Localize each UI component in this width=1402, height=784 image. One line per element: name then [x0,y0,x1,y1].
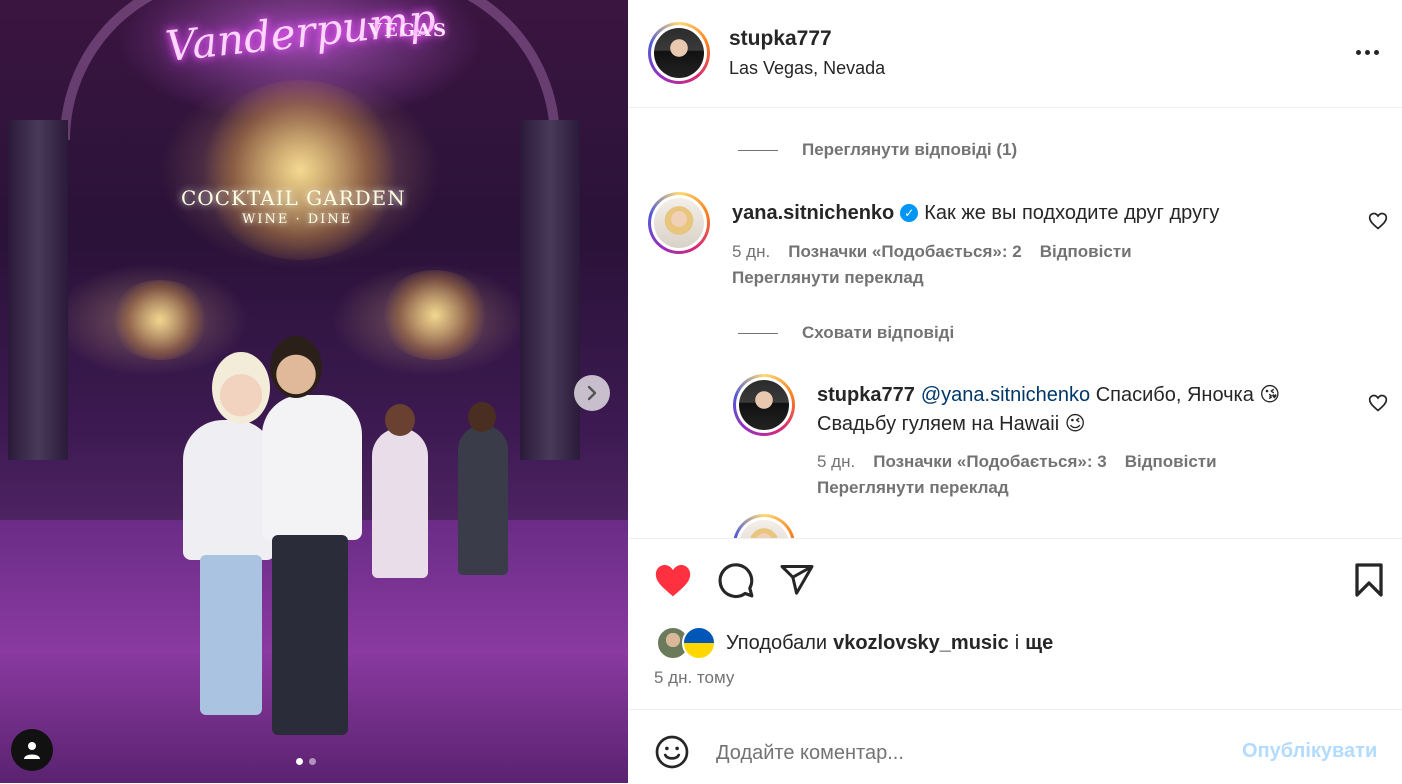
bookmark-icon [1355,563,1383,597]
view-replies-toggle[interactable]: Переглянути відповіді (1) [738,140,1017,160]
save-button[interactable] [1348,559,1390,601]
carousel-next-button[interactable] [574,375,610,411]
reply-meta: 5 дн. Позначки «Подобається»: 3 Відповіс… [817,452,1217,472]
reply-avatar[interactable] [733,374,795,436]
background-person [458,425,508,575]
reply-likes-count[interactable]: Позначки «Подобається»: 3 [873,452,1106,472]
comment-input[interactable] [714,734,1218,772]
chevron-right-icon [587,385,597,401]
comment-bubble-icon [718,563,754,599]
comment-age: 5 дн. [732,242,771,261]
author-username[interactable]: stupka777 [729,27,832,51]
comment-likes-count[interactable]: Позначки «Подобається»: 2 [788,242,1021,262]
reply-text: Спасибо, Яночка 😘 [1095,384,1281,406]
avatar-photo [739,520,789,538]
avatar-photo [739,380,789,430]
hide-replies-toggle[interactable]: Сховати відповіді [738,323,954,343]
neon-sign-sub: VEGAS [368,20,449,41]
post-photo: Vanderpump VEGAS COCKTAIL GARDEN WINE · … [0,0,628,783]
reply-username[interactable]: stupka777 [817,384,915,406]
background-person-head [385,404,415,436]
reply-like-heart-icon[interactable] [1368,393,1388,413]
photo-pillar [520,120,580,460]
heart-filled-icon [655,564,691,597]
more-options-button[interactable] [1352,40,1382,64]
chandelier [110,280,210,360]
reply-mention[interactable]: @yana.sitnichenko [921,384,1090,406]
photo-pillar [8,120,68,460]
comment-like-heart-icon[interactable] [1368,211,1388,231]
author-avatar[interactable] [648,22,710,84]
post-side-panel: stupka777 Las Vegas, Nevada Переглянути … [628,0,1402,783]
smiley-icon[interactable] [654,734,690,770]
user-tag-icon [24,742,40,759]
comment-username[interactable]: yana.sitnichenko [732,202,894,224]
paper-plane-icon [780,565,814,595]
chandelier [380,270,490,360]
man-sweatshirt [262,395,362,540]
likes-more-link[interactable]: ще [1025,632,1053,655]
comment-composer: Опублікувати [628,709,1402,784]
more-horizontal-icon [1355,49,1361,55]
publish-comment-button[interactable]: Опублікувати [1242,740,1377,763]
comments-list[interactable]: Переглянути відповіді (1) yana.sitnichen… [628,108,1402,538]
comment-meta: 5 дн. Позначки «Подобається»: 2 Відповіс… [732,242,1132,262]
reply-text-line2: Свадьбу гуляем на Hawaii 😉 [817,413,1086,435]
venue-sign: COCKTAIL GARDEN [181,186,406,210]
likes-and: і [1014,631,1020,654]
likes-summary: Уподобали vkozlovsky_music і ще [656,626,1053,660]
venue-sign-sub: WINE · DINE [242,212,353,227]
hide-replies-label: Сховати відповіді [802,323,955,342]
woman-jeans [200,555,262,715]
post-actions [628,538,1402,619]
share-button[interactable] [776,559,818,601]
carousel-indicator [296,758,316,765]
view-replies-label: Переглянути відповіді (1) [802,140,1018,159]
likes-prefix: Уподобали [726,631,828,654]
like-button[interactable] [652,559,694,601]
post-header: stupka777 Las Vegas, Nevada [628,0,1402,108]
background-person [372,428,428,578]
carousel-dot [296,758,303,765]
woman-head [212,352,270,424]
post-timestamp[interactable]: 5 дн. тому [654,668,734,688]
user-tags-button[interactable] [11,729,53,771]
reply-avatar[interactable] [733,514,795,538]
avatar-photo [654,28,704,78]
liker-avatar[interactable] [682,626,716,660]
see-translation-link[interactable]: Переглянути переклад [732,268,924,288]
post-location[interactable]: Las Vegas, Nevada [729,58,885,79]
comment-button[interactable] [715,559,757,601]
comment-text: Как же вы подходите друг другу [924,202,1220,224]
liker-username[interactable]: vkozlovsky_music [833,632,1009,655]
verified-badge-icon: ✓ [900,204,919,222]
commenter-avatar[interactable] [648,192,710,254]
reply-button[interactable]: Відповісти [1125,452,1217,472]
reply-age: 5 дн. [817,452,856,471]
man-jeans [272,535,348,735]
reply-button[interactable]: Відповісти [1040,242,1132,262]
man-head [270,336,322,398]
carousel-dot [309,758,316,765]
comment-body: yana.sitnichenko ✓ Как же вы подходите дру… [732,199,1219,228]
reply-body: stupka777 @yana.sitnichenko Спасибо, Яноч… [817,381,1327,439]
background-person-head [468,402,496,432]
see-translation-link[interactable]: Переглянути переклад [817,478,1009,498]
chandelier [200,80,400,260]
avatar-photo [654,198,704,248]
